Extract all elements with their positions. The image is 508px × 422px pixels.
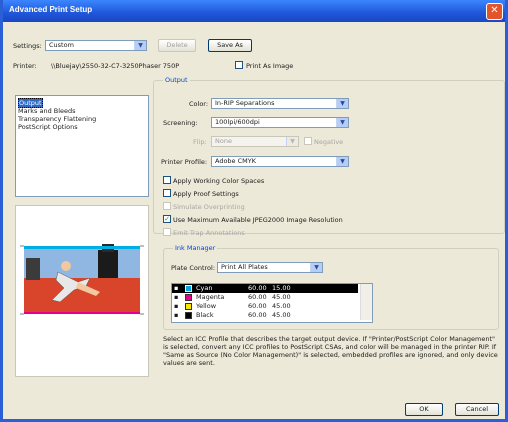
description-text: Select an ICC Profile that describes the… (163, 335, 498, 367)
color-label: Color: (189, 100, 209, 108)
ink-angle: 15.00 (272, 284, 291, 292)
ink-angle: 45.00 (272, 311, 291, 319)
page-preview (15, 205, 149, 377)
ink-name: Yellow (196, 302, 217, 310)
page-preview-image (20, 244, 144, 315)
ink-frequency: 60.00 (248, 284, 267, 292)
apply-proof-settings-checkbox[interactable] (163, 189, 171, 197)
color-dropdown[interactable]: In-RIP Separations ▼ (211, 98, 349, 109)
sidebar-item-marks-and-bleeds[interactable]: Marks and Bleeds (18, 107, 76, 115)
plate-control-dropdown[interactable]: Print All Plates ▼ (217, 262, 323, 273)
ink-name: Magenta (196, 293, 225, 301)
negative-label: Negative (314, 138, 344, 146)
printer-profile-dropdown[interactable]: Adobe CMYK ▼ (211, 156, 349, 167)
close-button[interactable]: ✕ (486, 3, 503, 20)
ink-manager-group-title: Ink Manager (173, 244, 218, 252)
apply-proof-settings-label: Apply Proof Settings (173, 190, 239, 198)
emit-trap-annotations-label: Emit Trap Annotations (173, 229, 245, 237)
printer-profile-label: Printer Profile: (161, 158, 208, 166)
ink-frequency: 60.00 (248, 293, 267, 301)
settings-value: Custom (49, 41, 74, 49)
ink-row-yellow[interactable]: ▪ Yellow 60.00 45.00 (172, 302, 358, 311)
chevron-down-icon: ▼ (336, 157, 348, 166)
ink-row-black[interactable]: ▪ Black 60.00 45.00 (172, 311, 358, 320)
printer-icon: ▪ (174, 311, 179, 319)
color-value: In-RIP Separations (215, 99, 275, 107)
title-bar[interactable]: Advanced Print Setup ✕ (3, 0, 505, 22)
save-as-button[interactable]: Save As (208, 39, 252, 52)
ink-row-magenta[interactable]: ▪ Magenta 60.00 45.00 (172, 293, 358, 302)
cancel-button[interactable]: Cancel (455, 403, 499, 416)
plate-control-label: Plate Control: (171, 264, 216, 272)
advanced-print-setup-dialog: Advanced Print Setup ✕ Settings: Custom … (0, 0, 508, 422)
ok-button[interactable]: OK (405, 403, 443, 416)
settings-dropdown[interactable]: Custom ▼ (45, 40, 147, 51)
screening-value: 100lpi/600dpi (215, 118, 260, 126)
printer-label: Printer: (13, 62, 37, 70)
ink-frequency: 60.00 (248, 302, 267, 310)
flip-value: None (215, 137, 232, 145)
apply-working-color-spaces-checkbox[interactable] (163, 176, 171, 184)
chevron-down-icon: ▼ (336, 99, 348, 108)
black-swatch (185, 312, 192, 319)
ink-angle: 45.00 (272, 293, 291, 301)
ink-name: Cyan (196, 284, 213, 292)
flip-label: Flip: (193, 138, 207, 146)
use-max-jpeg2000-resolution-label: Use Maximum Available JPEG2000 Image Res… (173, 216, 343, 224)
printer-value: \\Bluejay\2550-32-C7-3250Phaser 750P (51, 62, 180, 70)
chevron-down-icon: ▼ (310, 263, 322, 272)
ink-angle: 45.00 (272, 302, 291, 310)
window-title: Advanced Print Setup (9, 5, 93, 14)
printer-icon: ▪ (174, 293, 179, 301)
settings-label: Settings: (13, 42, 42, 50)
screening-label: Screening: (163, 119, 198, 127)
emit-trap-annotations-checkbox[interactable] (163, 228, 171, 236)
ink-frequency: 60.00 (248, 311, 267, 319)
printer-icon: ▪ (174, 302, 179, 310)
negative-checkbox[interactable] (304, 137, 312, 145)
chevron-down-icon: ▼ (134, 41, 146, 50)
chevron-down-icon: ▼ (286, 137, 298, 146)
plate-control-value: Print All Plates (221, 263, 268, 271)
output-group-title: Output (163, 76, 190, 84)
ink-list: ▪ Cyan 60.00 15.00 ▪ Magenta 60.00 45.00… (171, 283, 373, 323)
screening-dropdown[interactable]: 100lpi/600dpi ▼ (211, 117, 349, 128)
simulate-overprinting-checkbox[interactable] (163, 202, 171, 210)
cyan-swatch (185, 285, 192, 292)
chevron-down-icon: ▼ (336, 118, 348, 127)
flip-dropdown[interactable]: None ▼ (211, 136, 299, 147)
sidebar-item-transparency-flattening[interactable]: Transparency Flattening (18, 115, 96, 123)
sidebar-list: Output Marks and Bleeds Transparency Fla… (15, 95, 149, 197)
ink-name: Black (196, 311, 214, 319)
print-as-image-checkbox[interactable] (235, 61, 243, 69)
ink-row-cyan[interactable]: ▪ Cyan 60.00 15.00 (172, 284, 358, 293)
sidebar-item-postscript-options[interactable]: PostScript Options (18, 123, 78, 131)
simulate-overprinting-label: Simulate Overprinting (173, 203, 245, 211)
delete-button[interactable]: Delete (158, 39, 196, 52)
magenta-swatch (185, 294, 192, 301)
apply-working-color-spaces-label: Apply Working Color Spaces (173, 177, 265, 185)
printer-profile-value: Adobe CMYK (215, 157, 257, 165)
printer-icon: ▪ (174, 284, 179, 292)
use-max-jpeg2000-resolution-checkbox[interactable]: ✓ (163, 215, 171, 223)
yellow-swatch (185, 303, 192, 310)
ink-list-scrollbar[interactable] (360, 284, 372, 320)
print-as-image-label: Print As Image (246, 62, 294, 70)
